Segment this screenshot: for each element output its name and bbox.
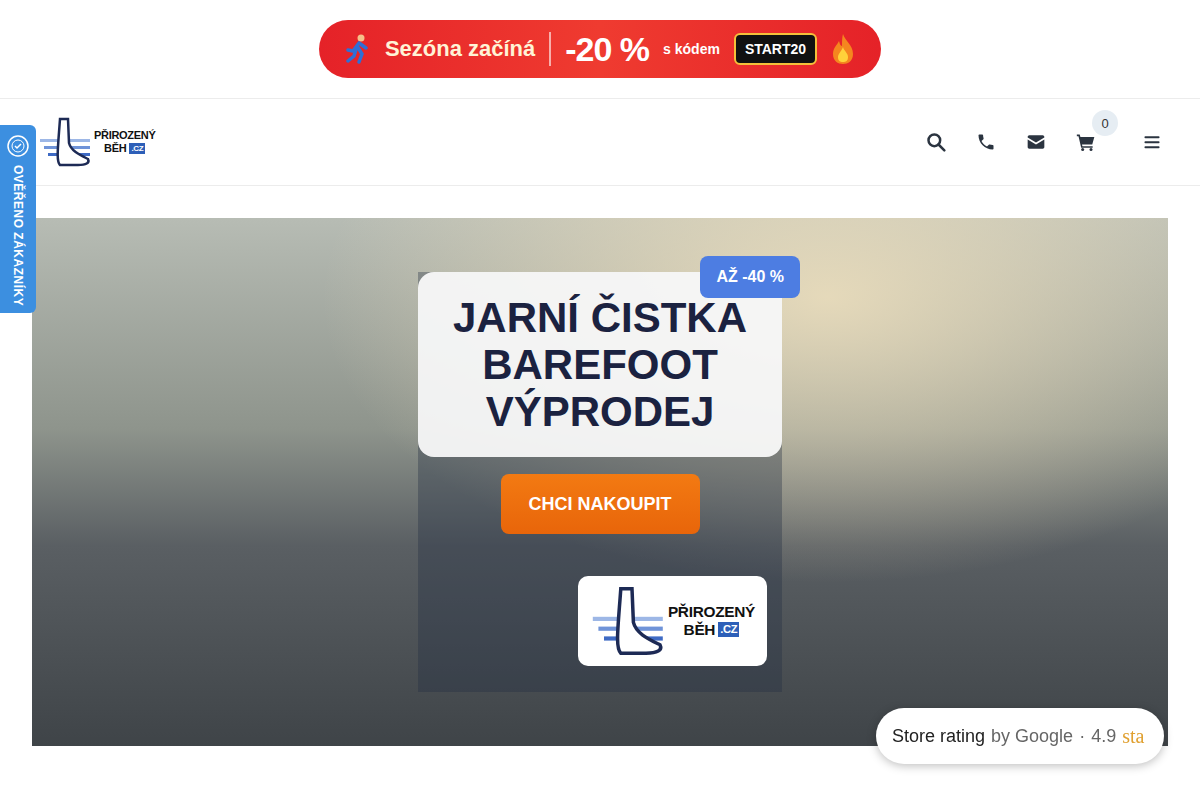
rating-stars: sta bbox=[1122, 725, 1144, 748]
rating-separator: · bbox=[1079, 726, 1085, 747]
menu-button[interactable] bbox=[1142, 132, 1162, 152]
header-icons: 0 bbox=[926, 132, 1162, 152]
cart-count-badge: 0 bbox=[1092, 110, 1118, 136]
hamburger-icon bbox=[1142, 132, 1162, 152]
store-rating-widget[interactable]: Store rating by Google · 4.9 sta bbox=[876, 708, 1164, 764]
shop-now-button[interactable]: CHCI NAKOUPIT bbox=[501, 474, 700, 534]
promo-discount: -20 % bbox=[565, 30, 649, 69]
promo-banner[interactable]: Sezóna začíná -20 % s kódem START20 bbox=[319, 20, 881, 78]
rating-score: 4.9 bbox=[1091, 726, 1116, 747]
search-button[interactable] bbox=[926, 132, 946, 152]
hero-title-line: VÝPRODEJ bbox=[486, 388, 715, 435]
hero-title-line: JARNÍ ČISTKA bbox=[453, 294, 747, 341]
verified-customers-tab[interactable]: OVĚŘENO ZÁKAZNÍKY bbox=[0, 125, 36, 313]
hero-card: JARNÍ ČISTKABAREFOOTVÝPRODEJAŽ -40 % bbox=[418, 272, 782, 457]
rating-label: Store rating bbox=[892, 726, 985, 747]
phone-button[interactable] bbox=[976, 132, 996, 152]
hero-logo[interactable]: PŘIROZENÝBĚH.CZ bbox=[590, 586, 755, 656]
cart-icon bbox=[1076, 132, 1096, 152]
logo-foot-icon bbox=[590, 586, 666, 656]
seal-icon bbox=[7, 135, 29, 157]
promo-divider bbox=[549, 32, 551, 66]
site-header: PŘIROZENÝBĚH.CZ 0 bbox=[0, 99, 1200, 186]
discount-badge: AŽ -40 % bbox=[700, 256, 800, 298]
email-button[interactable] bbox=[1026, 132, 1046, 152]
logo-foot-icon bbox=[38, 117, 92, 167]
hero-logo-card: PŘIROZENÝBĚH.CZ bbox=[578, 576, 767, 666]
hero-banner: JARNÍ ČISTKABAREFOOTVÝPRODEJAŽ -40 %CHCI… bbox=[32, 218, 1168, 746]
hero-title-line: BAREFOOT bbox=[482, 341, 718, 388]
promo-bar: Sezóna začíná -20 % s kódem START20 bbox=[0, 0, 1200, 99]
search-icon bbox=[926, 132, 946, 152]
cart-button[interactable]: 0 bbox=[1076, 132, 1096, 152]
rating-source: by Google bbox=[991, 726, 1073, 747]
promo-code-label: s kódem bbox=[663, 41, 720, 57]
verified-label: OVĚŘENO ZÁKAZNÍKY bbox=[11, 165, 25, 306]
runner-icon bbox=[345, 34, 371, 64]
promo-code: START20 bbox=[734, 33, 817, 65]
fire-icon bbox=[831, 33, 855, 65]
phone-icon bbox=[976, 132, 996, 152]
envelope-icon bbox=[1026, 132, 1046, 152]
promo-title: Sezóna začíná bbox=[385, 36, 535, 62]
header-logo[interactable]: PŘIROZENÝBĚH.CZ bbox=[38, 117, 155, 167]
hero-overlay: JARNÍ ČISTKABAREFOOTVÝPRODEJAŽ -40 % CHCI… bbox=[418, 272, 782, 692]
